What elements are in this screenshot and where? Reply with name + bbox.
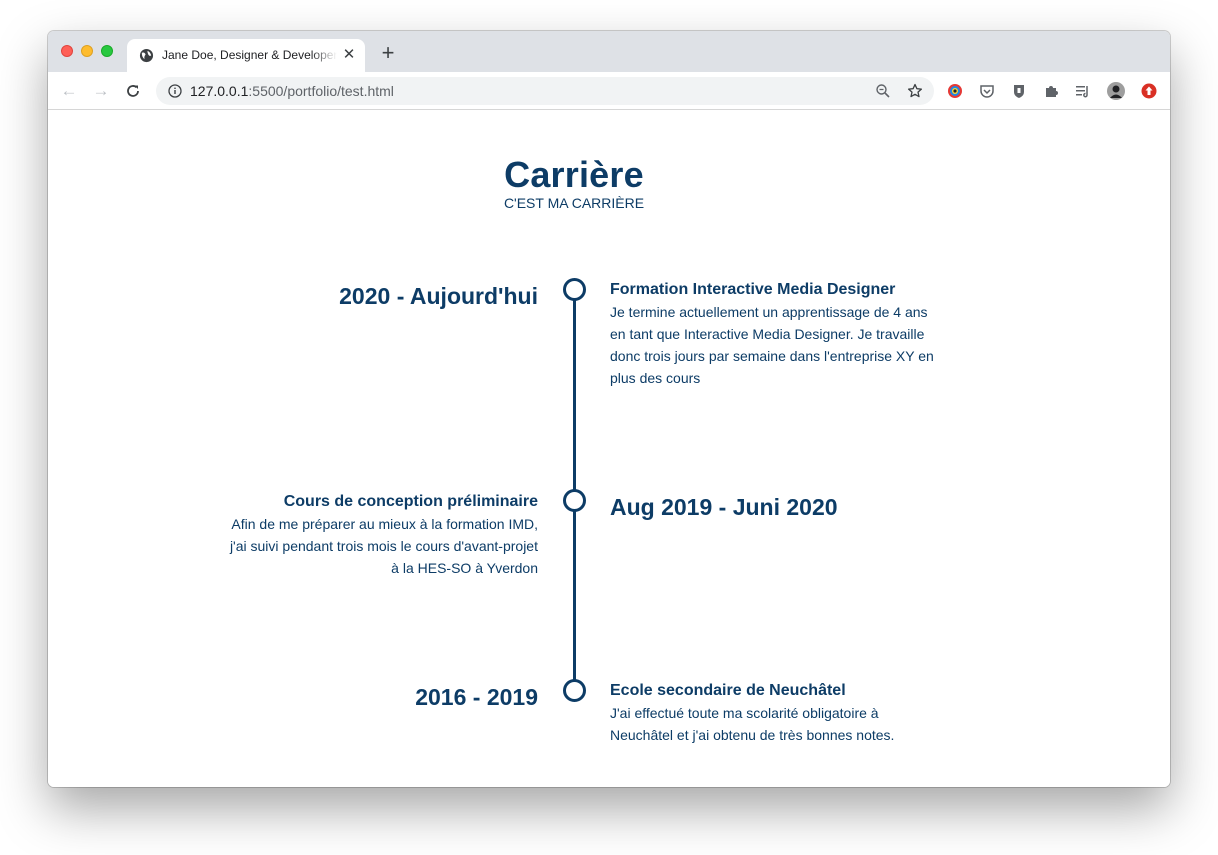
timeline-entry-description: Afin de me préparer au mieux à la format… [229, 516, 538, 576]
tab-title: Jane Doe, Designer & Developer [162, 48, 337, 62]
timeline-entry-description: Je termine actuellement un apprentissage… [610, 304, 934, 386]
reload-icon [127, 85, 139, 97]
tab-strip: Jane Doe, Designer & Developer ✕ + [48, 31, 1170, 72]
url-path: :5500/portfolio/test.html [248, 83, 394, 99]
info-icon[interactable] [168, 84, 182, 98]
minimize-window-button[interactable] [81, 45, 93, 57]
timeline-entry-title: Ecole secondaire de Neuchâtel [610, 682, 846, 699]
close-window-button[interactable] [61, 45, 73, 57]
zoom-icon[interactable] [875, 83, 891, 99]
tab-close-icon[interactable]: ✕ [341, 47, 357, 63]
timeline-dot [563, 679, 586, 702]
reload-button[interactable] [123, 81, 143, 101]
extension-color-icon[interactable] [947, 83, 963, 99]
address-bar[interactable]: 127.0.0.1:5500/portfolio/test.html [156, 77, 934, 105]
reading-list-icon[interactable] [1075, 83, 1091, 99]
update-icon[interactable] [1141, 83, 1157, 99]
bookmark-star-icon[interactable] [907, 83, 923, 99]
timeline-entry: Formation Interactive Media Designer Je … [610, 279, 940, 389]
browser-toolbar: ← → 127.0.0.1:5500/portfolio/test.html [48, 72, 1170, 110]
pocket-icon[interactable] [979, 83, 995, 99]
puzzle-icon[interactable] [1043, 83, 1059, 99]
active-tab[interactable]: Jane Doe, Designer & Developer ✕ [127, 39, 365, 72]
url-host: 127.0.0.1 [190, 83, 249, 99]
back-button[interactable]: ← [59, 81, 79, 101]
timeline-date: 2020 - Aujourd'hui [339, 283, 538, 309]
new-tab-button[interactable]: + [378, 42, 398, 64]
timeline-entry-title: Formation Interactive Media Designer [610, 281, 896, 298]
timeline-date: 2016 - 2019 [415, 684, 538, 710]
timeline-dot [563, 489, 586, 512]
shield-icon[interactable] [1011, 83, 1027, 99]
forward-button[interactable]: → [91, 81, 111, 101]
timeline-entry: Ecole secondaire de Neuchâtel J'ai effec… [610, 680, 930, 746]
page-subtitle: C'EST MA CARRIÈRE [503, 195, 645, 211]
globe-icon [139, 48, 154, 63]
url-text[interactable]: 127.0.0.1:5500/portfolio/test.html [190, 83, 394, 99]
timeline-date: Aug 2019 - Juni 2020 [610, 494, 838, 520]
timeline-entry-description: J'ai effectué toute ma scolarité obligat… [610, 705, 895, 743]
timeline-dot [563, 278, 586, 301]
profile-avatar-icon[interactable] [1107, 82, 1125, 100]
maximize-window-button[interactable] [101, 45, 113, 57]
timeline-entry: Cours de conception préliminaire Afin de… [228, 491, 538, 579]
timeline-entry-title: Cours de conception préliminaire [283, 493, 538, 510]
browser-window: Jane Doe, Designer & Developer ✕ + ← → 1… [48, 31, 1170, 787]
page-title: Carrière [504, 154, 644, 195]
page-content: Carrière C'EST MA CARRIÈRE 2020 - Aujour… [48, 111, 1170, 787]
